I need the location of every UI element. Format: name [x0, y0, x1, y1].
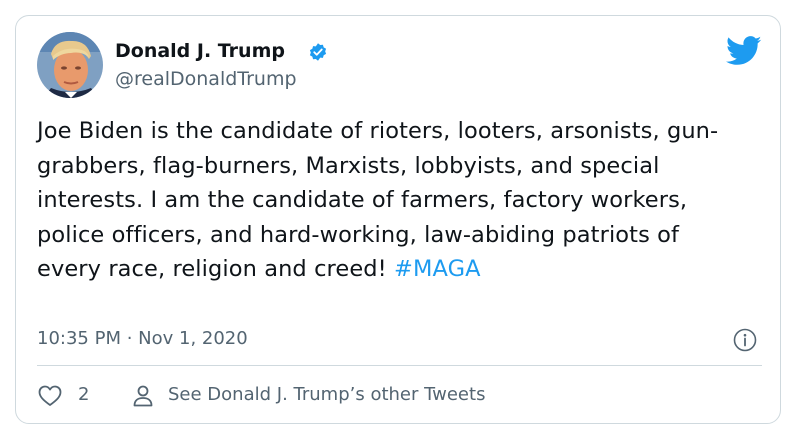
tweet-timestamp[interactable]: 10:35 PM · Nov 1, 2020	[37, 328, 248, 349]
twitter-bird-icon[interactable]	[726, 36, 762, 66]
see-other-tweets-link[interactable]: See Donald J. Trump’s other Tweets	[168, 384, 485, 405]
heart-icon[interactable]	[37, 384, 63, 408]
author-handle[interactable]: @realDonaldTrump	[115, 68, 297, 90]
tweet-body: Joe Biden is the candidate of rioters, l…	[37, 118, 719, 282]
author-name[interactable]: Donald J. Trump	[115, 40, 285, 62]
person-icon[interactable]	[132, 384, 154, 408]
divider	[37, 365, 762, 366]
hashtag-link[interactable]: #MAGA	[394, 256, 481, 282]
info-icon[interactable]	[733, 328, 757, 352]
avatar[interactable]	[37, 32, 103, 98]
verified-badge-icon	[308, 42, 328, 62]
like-count: 2	[78, 384, 90, 405]
tweet-text: Joe Biden is the candidate of rioters, l…	[37, 114, 737, 287]
